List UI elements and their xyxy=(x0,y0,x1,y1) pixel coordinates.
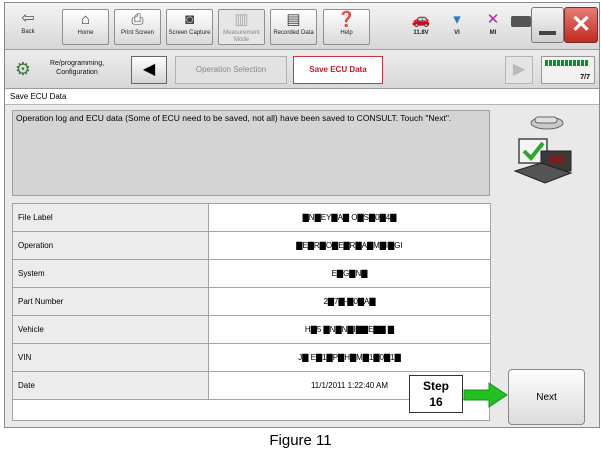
screen-capture-label: Screen Capture xyxy=(168,30,211,36)
nav-back-button[interactable]: ◀ xyxy=(131,56,167,84)
voltage-readout: 11.8V xyxy=(413,30,429,36)
measurement-mode-button[interactable]: ▥ Measurement Mode xyxy=(218,9,265,45)
row-value: J▇ E▇1▇P▇H▇M▇1▇0▇1▇ xyxy=(209,344,491,371)
progress-fill xyxy=(545,60,589,66)
row-value: ▇N▇EY▇A▇ O▇S▇0▇4▇ xyxy=(209,204,491,231)
home-button[interactable]: ⌂ Home xyxy=(62,9,109,45)
row-label: System xyxy=(13,260,209,287)
help-button[interactable]: ❓ Help xyxy=(323,9,370,45)
toolbar: ⇦ Back ⌂ Home ⎙ Print Screen ◙ Screen Ca… xyxy=(5,3,599,50)
row-label: Part Number xyxy=(13,288,209,315)
consult-window: ⇦ Back ⌂ Home ⎙ Print Screen ◙ Screen Ca… xyxy=(4,2,600,428)
minimize-icon xyxy=(539,31,556,35)
page-progress: 7/7 xyxy=(541,56,595,84)
camera-icon: ◙ xyxy=(184,11,195,28)
row-value: H▇5 ▇N▇N▇I▇▇E▇▇ ▇ xyxy=(209,316,491,343)
mi-label: MI xyxy=(489,30,497,36)
status-indicators: 🚗 11.8V ▾ VI ✕ MI xyxy=(403,9,523,43)
minimize-button[interactable] xyxy=(531,7,564,43)
navigation-row: ⚙ Re/programming, Configuration ◀ Operat… xyxy=(5,50,599,89)
screen-capture-button[interactable]: ◙ Screen Capture xyxy=(166,9,213,45)
reprogramming-label: Re/programming, Configuration xyxy=(49,60,105,76)
recorded-data-icon: ▤ xyxy=(286,11,301,28)
back-label: Back xyxy=(21,29,35,35)
help-label: Help xyxy=(340,30,353,36)
close-button[interactable]: ✕ xyxy=(564,7,598,43)
back-arrow-icon: ⇦ xyxy=(21,10,35,27)
row-label: Vehicle xyxy=(13,316,209,343)
left-triangle-icon: ◀ xyxy=(142,61,156,78)
recorded-data-button[interactable]: ▤ Recorded Data xyxy=(270,9,317,45)
row-value: E▇G▇N▇ xyxy=(209,260,491,287)
close-icon: ✕ xyxy=(570,11,592,38)
step-number: 16 xyxy=(429,395,443,409)
row-label: File Label xyxy=(13,204,209,231)
right-triangle-icon: ▶ xyxy=(512,61,526,78)
measurement-mode-label: Measurement Mode xyxy=(223,30,260,43)
message-text: Operation log and ECU data (Some of ECU … xyxy=(12,110,490,196)
green-arrow-icon xyxy=(463,382,508,408)
back-button[interactable]: ⇦ Back xyxy=(11,9,45,43)
ecu-save-icon xyxy=(505,111,583,191)
disconnected-icon: ✕ xyxy=(486,11,500,28)
print-screen-button[interactable]: ⎙ Print Screen xyxy=(114,9,161,45)
figure-caption: Figure 11 xyxy=(269,432,332,449)
table-row: Part Number 2▇7▇-▇0▇A▇ xyxy=(13,288,491,316)
battery-icon xyxy=(511,16,531,27)
print-screen-label: Print Screen xyxy=(120,30,154,36)
row-label: Operation xyxy=(13,232,209,259)
row-value: 2▇7▇-▇0▇A▇ xyxy=(209,288,491,315)
table-row: File Label ▇N▇EY▇A▇ O▇S▇0▇4▇ xyxy=(13,204,491,232)
signal-icon: ▾ xyxy=(453,11,461,28)
step-label: Step xyxy=(422,379,449,393)
measurement-icon: ▥ xyxy=(234,11,249,28)
home-label: Home xyxy=(77,30,94,36)
vi-label: VI xyxy=(454,30,460,36)
page-counter: 7/7 xyxy=(580,74,590,81)
printer-icon: ⎙ xyxy=(131,11,144,28)
table-row: Vehicle H▇5 ▇N▇N▇I▇▇E▇▇ ▇ xyxy=(13,316,491,344)
page-title: Save ECU Data xyxy=(5,89,599,105)
reprogramming-icon: ⚙ xyxy=(14,59,32,79)
ecu-data-table: File Label ▇N▇EY▇A▇ O▇S▇0▇4▇ Operation ▇E▇… xyxy=(12,203,491,401)
vi-status: ▾ VI xyxy=(439,9,475,43)
table-row: VIN J▇ E▇1▇P▇H▇M▇1▇0▇1▇ xyxy=(13,344,491,372)
table-row: System E▇G▇N▇ xyxy=(13,260,491,288)
recorded-data-label: Recorded Data xyxy=(273,30,314,36)
next-button[interactable]: Next xyxy=(508,369,585,425)
home-icon: ⌂ xyxy=(80,11,91,28)
mi-status: ✕ MI xyxy=(475,9,511,43)
nav-forward-button[interactable]: ▶ xyxy=(505,56,533,84)
breadcrumb-operation-selection[interactable]: Operation Selection xyxy=(175,56,287,84)
row-value: ▇E▇R▇O▇E▇R▇A▇M▇I▇GI xyxy=(209,232,491,259)
row-label: VIN xyxy=(13,344,209,371)
table-row: Operation ▇E▇R▇O▇E▇R▇A▇M▇I▇GI xyxy=(13,232,491,260)
step-callout: Step 16 xyxy=(409,375,463,413)
car-icon: 🚗 xyxy=(411,11,431,28)
row-label: Date xyxy=(13,372,209,400)
vehicle-battery-status: 🚗 11.8V xyxy=(403,9,439,43)
help-icon: ❓ xyxy=(337,11,356,28)
breadcrumb-save-ecu-data: Save ECU Data xyxy=(293,56,383,84)
